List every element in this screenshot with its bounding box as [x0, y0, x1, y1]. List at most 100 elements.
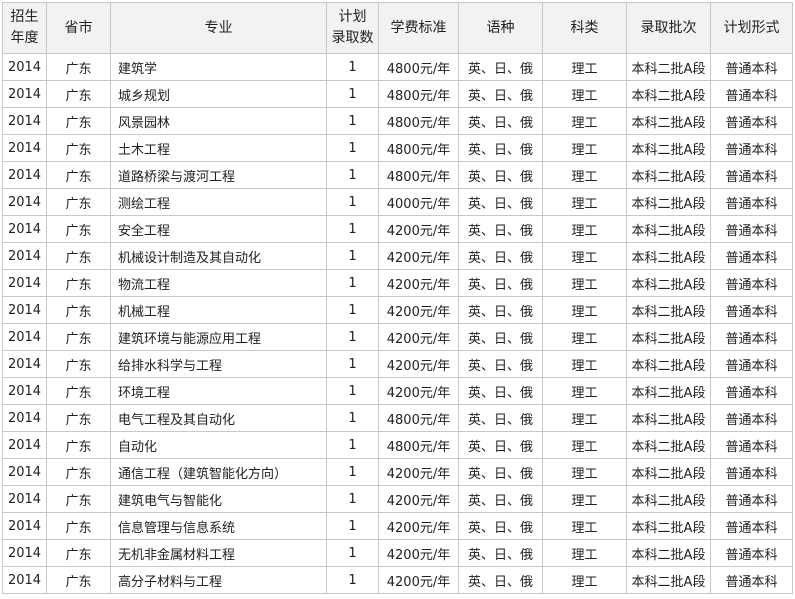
- cell-quota: 1: [326, 377, 379, 405]
- cell-language: 英、日、俄: [458, 134, 543, 162]
- cell-category: 理工: [542, 242, 627, 270]
- header-year-line2: 年度: [10, 30, 39, 46]
- cell-year: 2014: [2, 161, 47, 189]
- cell-plan-type: 普通本科: [710, 107, 793, 135]
- cell-province: 广东: [46, 539, 111, 567]
- cell-plan-type: 普通本科: [710, 161, 793, 189]
- cell-language: 英、日、俄: [458, 566, 543, 594]
- cell-category: 理工: [542, 431, 627, 459]
- cell-language: 英、日、俄: [458, 458, 543, 486]
- cell-batch: 本科二批A段: [626, 566, 711, 594]
- cell-province: 广东: [46, 458, 111, 486]
- cell-year: 2014: [2, 539, 47, 567]
- cell-language: 英、日、俄: [458, 323, 543, 351]
- table-row: 2014 广东 自动化 1 4800元/年 英、日、俄 理工 本科二批A段 普通本科: [2, 431, 793, 459]
- cell-plan-type: 普通本科: [710, 215, 793, 243]
- cell-quota: 1: [326, 458, 379, 486]
- cell-year: 2014: [2, 431, 47, 459]
- header-year: 招生 年度: [2, 2, 47, 54]
- admission-plan-table: 招生 年度 省市 专业 计划 录取数 学费标准 语种 科类 录取批次 计划形式 …: [2, 2, 793, 594]
- cell-major: 建筑电气与智能化: [110, 485, 327, 513]
- cell-language: 英、日、俄: [458, 242, 543, 270]
- cell-plan-type: 普通本科: [710, 80, 793, 108]
- cell-batch: 本科二批A段: [626, 485, 711, 513]
- cell-category: 理工: [542, 323, 627, 351]
- cell-province: 广东: [46, 566, 111, 594]
- cell-province: 广东: [46, 161, 111, 189]
- cell-language: 英、日、俄: [458, 269, 543, 297]
- cell-plan-type: 普通本科: [710, 377, 793, 405]
- cell-quota: 1: [326, 215, 379, 243]
- cell-batch: 本科二批A段: [626, 242, 711, 270]
- cell-category: 理工: [542, 134, 627, 162]
- cell-plan-type: 普通本科: [710, 566, 793, 594]
- cell-major: 建筑环境与能源应用工程: [110, 323, 327, 351]
- cell-language: 英、日、俄: [458, 512, 543, 540]
- header-category: 科类: [542, 2, 627, 54]
- cell-major: 通信工程（建筑智能化方向）: [110, 458, 327, 486]
- cell-language: 英、日、俄: [458, 350, 543, 378]
- cell-major: 给排水科学与工程: [110, 350, 327, 378]
- table-row: 2014 广东 风景园林 1 4800元/年 英、日、俄 理工 本科二批A段 普通本科: [2, 107, 793, 135]
- cell-tuition: 4200元/年: [378, 215, 459, 243]
- header-province: 省市: [46, 2, 111, 54]
- table-row: 2014 广东 道路桥梁与渡河工程 1 4800元/年 英、日、俄 理工 本科二批A段 普通本科: [2, 161, 793, 189]
- cell-tuition: 4800元/年: [378, 53, 459, 81]
- cell-tuition: 4800元/年: [378, 431, 459, 459]
- header-language: 语种: [458, 2, 543, 54]
- cell-province: 广东: [46, 404, 111, 432]
- cell-category: 理工: [542, 107, 627, 135]
- cell-category: 理工: [542, 512, 627, 540]
- cell-batch: 本科二批A段: [626, 80, 711, 108]
- cell-batch: 本科二批A段: [626, 404, 711, 432]
- cell-quota: 1: [326, 107, 379, 135]
- cell-province: 广东: [46, 350, 111, 378]
- table-row: 2014 广东 机械工程 1 4200元/年 英、日、俄 理工 本科二批A段 普通本科: [2, 296, 793, 324]
- cell-major: 建筑学: [110, 53, 327, 81]
- cell-year: 2014: [2, 188, 47, 216]
- table-header: 招生 年度 省市 专业 计划 录取数 学费标准 语种 科类 录取批次 计划形式: [2, 2, 793, 54]
- cell-category: 理工: [542, 161, 627, 189]
- cell-tuition: 4800元/年: [378, 134, 459, 162]
- cell-language: 英、日、俄: [458, 161, 543, 189]
- cell-language: 英、日、俄: [458, 80, 543, 108]
- cell-tuition: 4000元/年: [378, 188, 459, 216]
- cell-category: 理工: [542, 539, 627, 567]
- cell-year: 2014: [2, 485, 47, 513]
- cell-quota: 1: [326, 485, 379, 513]
- cell-year: 2014: [2, 80, 47, 108]
- cell-tuition: 4200元/年: [378, 485, 459, 513]
- cell-language: 英、日、俄: [458, 431, 543, 459]
- cell-batch: 本科二批A段: [626, 350, 711, 378]
- header-batch: 录取批次: [626, 2, 711, 54]
- table-row: 2014 广东 建筑学 1 4800元/年 英、日、俄 理工 本科二批A段 普通本科: [2, 53, 793, 81]
- cell-batch: 本科二批A段: [626, 539, 711, 567]
- header-plan-type: 计划形式: [710, 2, 793, 54]
- cell-province: 广东: [46, 53, 111, 81]
- cell-batch: 本科二批A段: [626, 134, 711, 162]
- cell-province: 广东: [46, 269, 111, 297]
- cell-tuition: 4200元/年: [378, 512, 459, 540]
- cell-tuition: 4200元/年: [378, 242, 459, 270]
- cell-quota: 1: [326, 323, 379, 351]
- table-row: 2014 广东 高分子材料与工程 1 4200元/年 英、日、俄 理工 本科二批A段 普通本科: [2, 566, 793, 594]
- header-year-line1: 招生: [10, 9, 39, 25]
- cell-province: 广东: [46, 485, 111, 513]
- cell-batch: 本科二批A段: [626, 323, 711, 351]
- cell-province: 广东: [46, 107, 111, 135]
- header-quota-line1: 计划: [338, 9, 367, 25]
- cell-category: 理工: [542, 458, 627, 486]
- table-row: 2014 广东 无机非金属材料工程 1 4200元/年 英、日、俄 理工 本科二批A段 普通本科: [2, 539, 793, 567]
- cell-tuition: 4800元/年: [378, 107, 459, 135]
- cell-major: 高分子材料与工程: [110, 566, 327, 594]
- cell-tuition: 4800元/年: [378, 161, 459, 189]
- cell-batch: 本科二批A段: [626, 269, 711, 297]
- cell-batch: 本科二批A段: [626, 107, 711, 135]
- table-row: 2014 广东 土木工程 1 4800元/年 英、日、俄 理工 本科二批A段 普通本科: [2, 134, 793, 162]
- cell-year: 2014: [2, 350, 47, 378]
- table-row: 2014 广东 环境工程 1 4200元/年 英、日、俄 理工 本科二批A段 普通本科: [2, 377, 793, 405]
- cell-province: 广东: [46, 431, 111, 459]
- cell-category: 理工: [542, 53, 627, 81]
- cell-quota: 1: [326, 350, 379, 378]
- cell-major: 土木工程: [110, 134, 327, 162]
